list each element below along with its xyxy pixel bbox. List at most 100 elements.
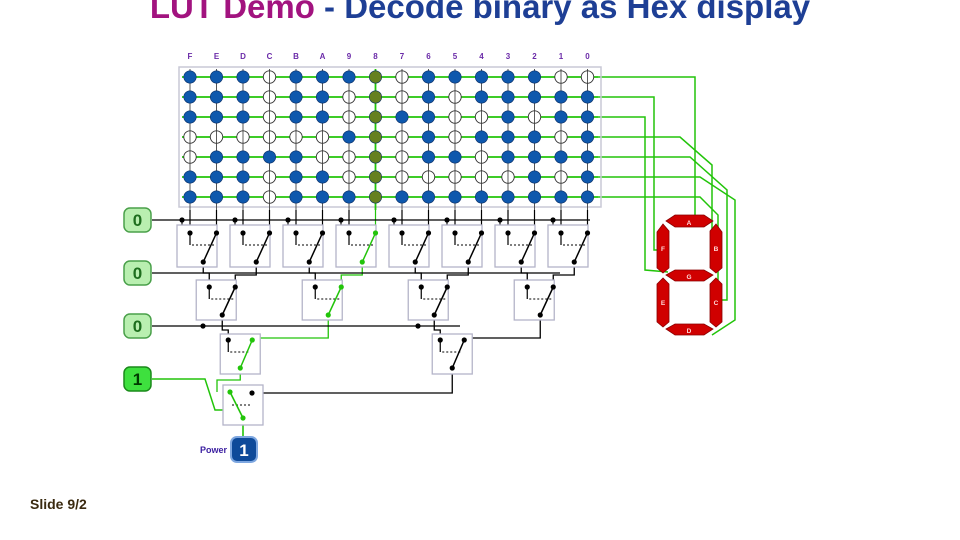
switch-output bbox=[325, 312, 331, 318]
switch-output bbox=[571, 259, 577, 265]
junction-dot bbox=[200, 323, 206, 329]
column-label: 4 bbox=[479, 52, 484, 61]
lut-node-set bbox=[236, 150, 250, 164]
power-value: 1 bbox=[239, 441, 248, 460]
input-value: 0 bbox=[133, 211, 142, 230]
lut-node-set bbox=[580, 90, 594, 104]
column-label: E bbox=[214, 52, 220, 61]
lut-node-set bbox=[554, 150, 568, 164]
switch-terminal bbox=[225, 337, 231, 343]
switch-terminal bbox=[346, 230, 352, 236]
switch-terminal bbox=[206, 284, 212, 290]
lut-node-set bbox=[527, 130, 541, 144]
mux-switch-box bbox=[195, 279, 237, 321]
lut-node-set bbox=[501, 90, 515, 104]
switch-terminal bbox=[312, 284, 318, 290]
segment-label: C bbox=[714, 300, 719, 307]
lut-node-set bbox=[315, 70, 329, 84]
segment-label: B bbox=[714, 246, 719, 253]
column-label: 5 bbox=[453, 52, 458, 61]
lut-node-set bbox=[474, 90, 488, 104]
switch-terminal bbox=[505, 230, 511, 236]
switch-output bbox=[240, 415, 246, 421]
lut-node-set bbox=[368, 170, 382, 184]
switch-output bbox=[465, 259, 471, 265]
switch-terminal bbox=[399, 230, 405, 236]
lut-node-set bbox=[554, 110, 568, 124]
lut-node-set bbox=[342, 70, 356, 84]
mux-switch-box bbox=[513, 279, 555, 321]
switch-output bbox=[253, 259, 259, 265]
lut-node-set bbox=[183, 110, 197, 124]
segment-label: D bbox=[687, 328, 692, 335]
lut-node-set bbox=[421, 110, 435, 124]
switch-output bbox=[412, 259, 418, 265]
column-label: 8 bbox=[373, 52, 378, 61]
lut-circuit-diagram: F E D C B A 9 8 7 6 5 4 3 2 1 0 A F B G E C D 0 0 0 1 Power 1 bbox=[123, 52, 736, 463]
lut-node-set bbox=[527, 190, 541, 204]
lut-node-set bbox=[210, 190, 224, 204]
column-label: 2 bbox=[532, 52, 537, 61]
lut-matrix: F E D C B A 9 8 7 6 5 4 3 2 1 0 bbox=[178, 52, 602, 210]
lut-node-set bbox=[448, 150, 462, 164]
switch-output bbox=[518, 259, 524, 265]
lut-node-set bbox=[315, 110, 329, 124]
lut-node-set bbox=[342, 190, 356, 204]
junction-dot bbox=[444, 217, 450, 223]
junction-dot bbox=[550, 217, 556, 223]
lut-node-set bbox=[315, 90, 329, 104]
lut-node-set bbox=[236, 110, 250, 124]
lut-node-set bbox=[474, 70, 488, 84]
power-label: Power bbox=[200, 445, 228, 455]
switch-output bbox=[219, 312, 225, 318]
input-value: 1 bbox=[133, 370, 142, 389]
lut-node-set bbox=[527, 170, 541, 184]
lut-node-set bbox=[421, 190, 435, 204]
lut-node-set bbox=[210, 170, 224, 184]
power-input: Power 1 bbox=[200, 436, 258, 463]
lut-node-set bbox=[474, 130, 488, 144]
lut-node-set bbox=[210, 90, 224, 104]
switch-output bbox=[359, 259, 365, 265]
junction-dot bbox=[497, 217, 503, 223]
lut-node-set bbox=[580, 110, 594, 124]
input-bit2: 0 bbox=[123, 313, 152, 339]
lut-node-set bbox=[527, 70, 541, 84]
lut-node-set bbox=[421, 90, 435, 104]
lut-node-set bbox=[501, 130, 515, 144]
lut-node-set bbox=[501, 110, 515, 124]
lut-node-set bbox=[368, 190, 382, 204]
lut-node-set bbox=[236, 90, 250, 104]
lut-node-set bbox=[395, 110, 409, 124]
lut-node-set bbox=[315, 190, 329, 204]
input-bit1: 0 bbox=[123, 260, 152, 286]
lut-node-set bbox=[368, 90, 382, 104]
lut-node-set bbox=[580, 170, 594, 184]
column-label: 1 bbox=[559, 52, 564, 61]
column-label: C bbox=[267, 52, 273, 61]
column-label: A bbox=[320, 52, 326, 61]
lut-node-set bbox=[501, 190, 515, 204]
seven-segment-display: A F B G E C D bbox=[656, 214, 723, 336]
mux-switch-box bbox=[407, 279, 449, 321]
mux-tree bbox=[176, 224, 591, 426]
switch-terminal bbox=[240, 230, 246, 236]
column-label: 6 bbox=[426, 52, 431, 61]
input-value: 0 bbox=[133, 317, 142, 336]
select-bus-3 bbox=[152, 378, 225, 411]
switch-output bbox=[237, 365, 243, 371]
lut-node-set bbox=[183, 190, 197, 204]
lut-node-set bbox=[580, 150, 594, 164]
lut-node-set bbox=[368, 70, 382, 84]
switch-output bbox=[431, 312, 437, 318]
segment-label: F bbox=[661, 246, 665, 253]
lut-node-set bbox=[501, 70, 515, 84]
junction-dot bbox=[338, 217, 344, 223]
lut-node-set bbox=[210, 110, 224, 124]
junction-dot bbox=[391, 217, 397, 223]
slide-number: Slide 9/2 bbox=[30, 496, 87, 512]
lut-node-set bbox=[289, 190, 303, 204]
lut-node-set bbox=[289, 70, 303, 84]
lut-node-set bbox=[448, 70, 462, 84]
lut-node-set bbox=[315, 170, 329, 184]
